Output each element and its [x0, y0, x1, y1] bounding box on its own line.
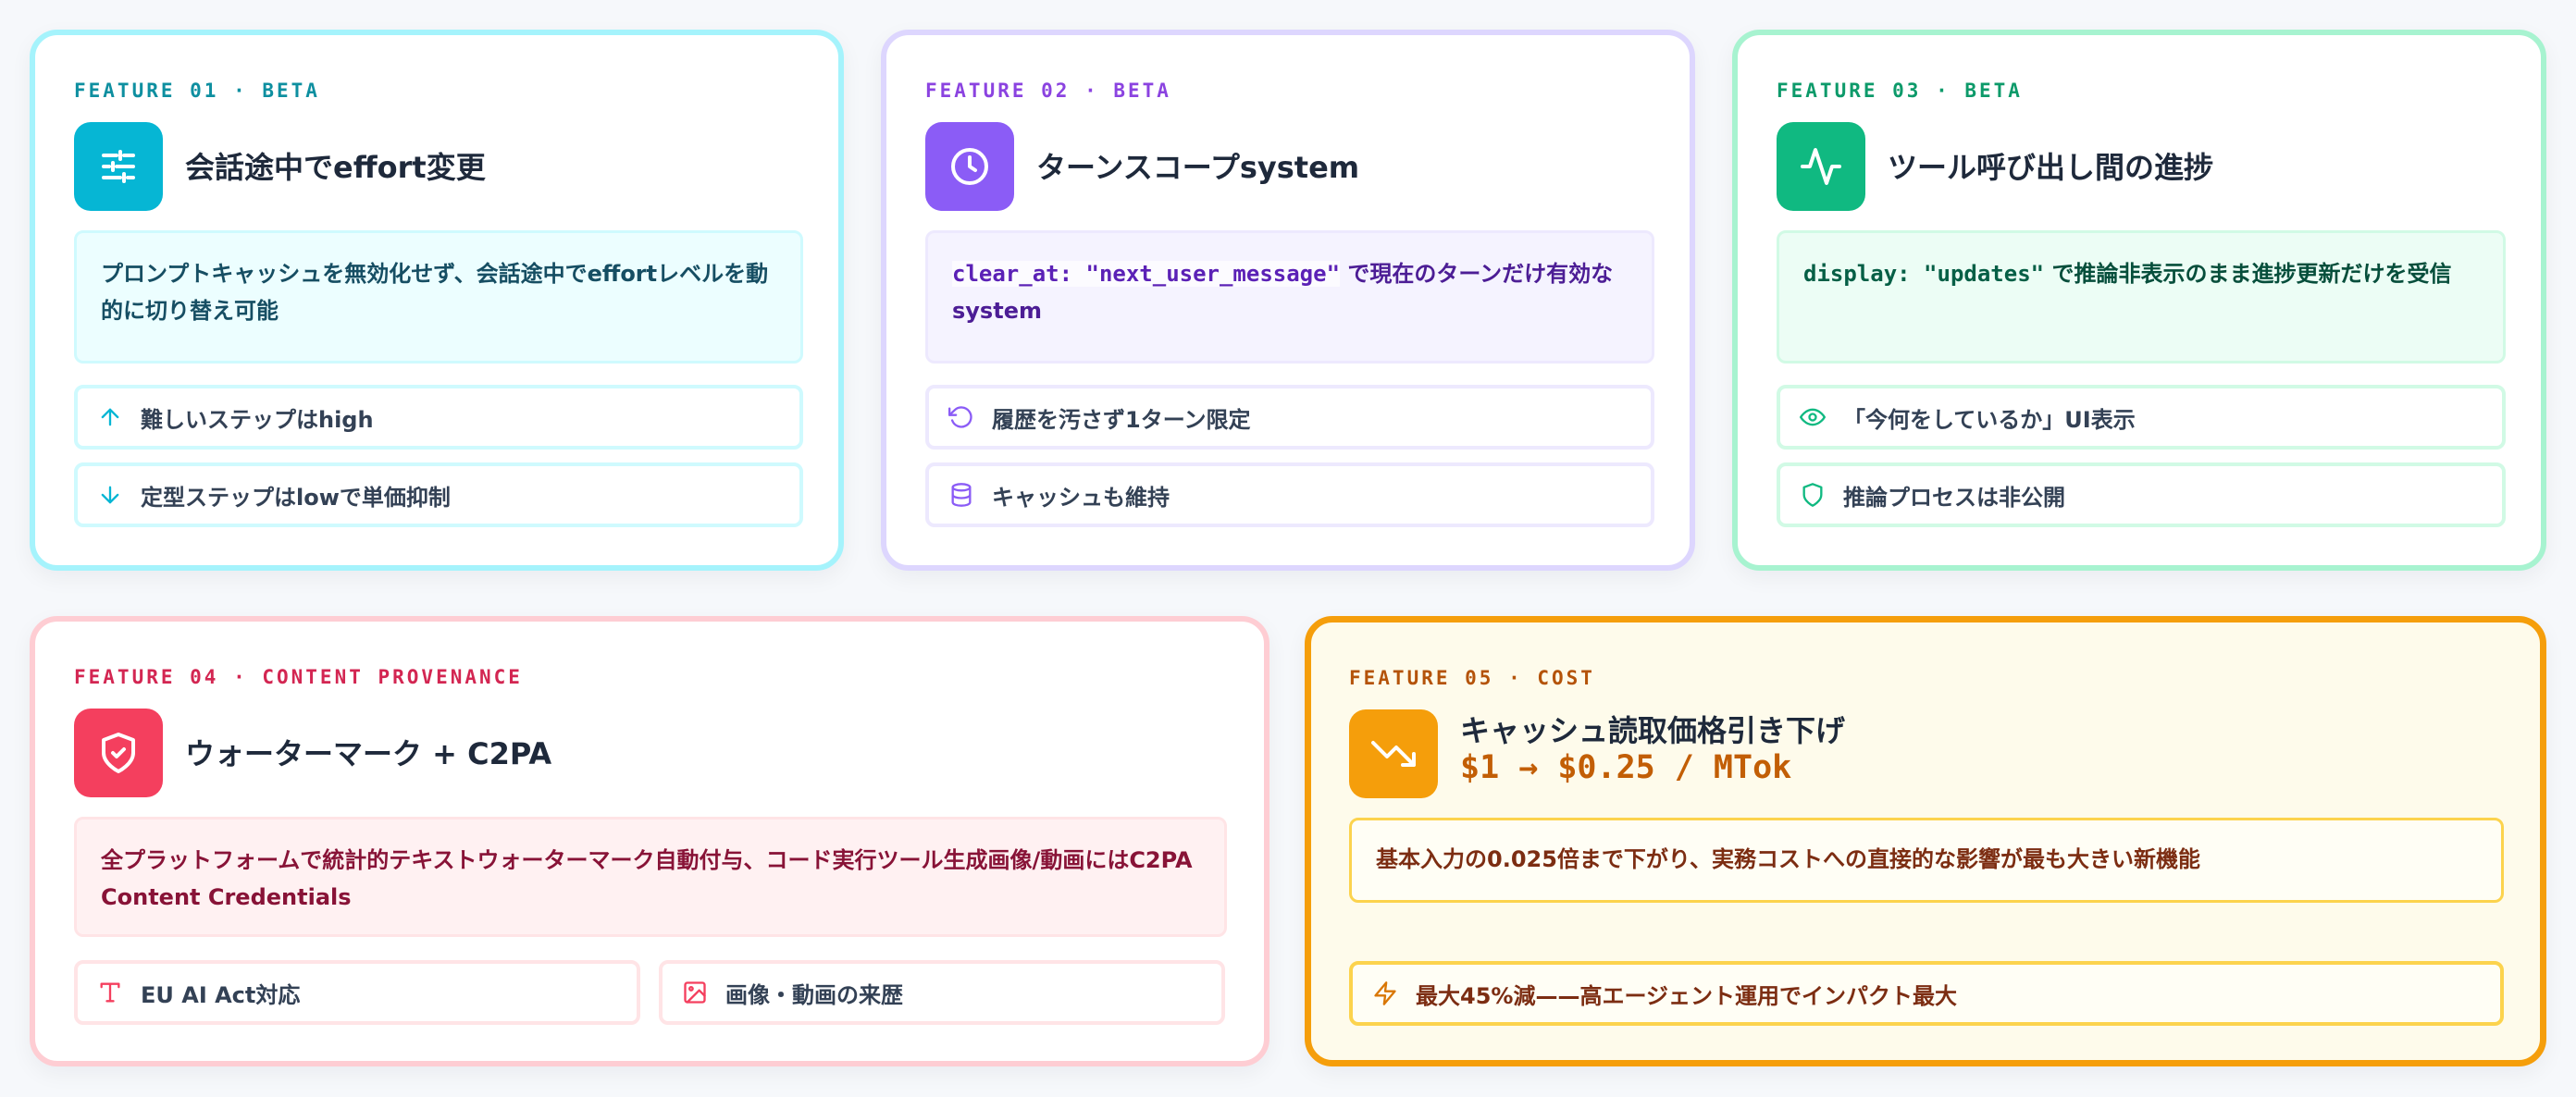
- arrow-up-icon: [96, 403, 124, 431]
- feature-title: ターンスコープsystem: [1036, 150, 1360, 185]
- feature-pill: 推論プロセスは非公開: [1777, 462, 2506, 527]
- feature-eyebrow: FEATURE 01 · BETA: [74, 80, 320, 102]
- database-icon: [947, 481, 975, 509]
- feature-pill: キャッシュも維持: [925, 462, 1654, 527]
- feature-eyebrow: FEATURE 04 · CONTENT PROVENANCE: [74, 666, 523, 688]
- pill-label: 「今何をしているか」UI表示: [1843, 406, 2136, 433]
- arrow-down-icon: [96, 481, 124, 509]
- pill-label: 最大45%減——高エージェント運用でインパクト最大: [1416, 982, 1957, 1009]
- feature-description: display: "updates" で推論非表示のまま進捗更新だけを受信: [1777, 230, 2506, 364]
- pill-label: 難しいステップはhigh: [141, 406, 374, 433]
- shield-icon: [1799, 481, 1827, 509]
- feature-pill: 最大45%減——高エージェント運用でインパクト最大: [1349, 961, 2504, 1026]
- feature-title: ツール呼び出し間の進捗: [1888, 150, 2214, 185]
- feature-card-turn-scope: FEATURE 02 · BETA ターンスコープsystem clear_at…: [881, 30, 1695, 571]
- price-change: $1 → $0.25 / MTok: [1460, 749, 1792, 786]
- eye-icon: [1799, 403, 1827, 431]
- rotate-ccw-icon: [947, 403, 975, 431]
- code-snippet: display: "updates": [1803, 261, 2045, 287]
- feature-pill: 履歴を汚さず1ターン限定: [925, 385, 1654, 450]
- feature-pill: 画像・動画の来歴: [659, 960, 1225, 1025]
- feature-card-cost: FEATURE 05 · COST キャッシュ読取価格引き下げ $1 → $0.…: [1305, 616, 2546, 1066]
- pill-label: キャッシュも維持: [992, 484, 1170, 511]
- pill-label: EU AI Act対応: [141, 981, 301, 1008]
- zap-icon: [1371, 980, 1399, 1007]
- pill-label: 履歴を汚さず1ターン限定: [992, 406, 1251, 433]
- feature-eyebrow: FEATURE 03 · BETA: [1777, 80, 2023, 102]
- feature-card-effort: FEATURE 01 · BETA 会話途中でeffort変更 プロンプトキャッ…: [30, 30, 844, 571]
- image-icon: [681, 979, 709, 1006]
- feature-card-progress: FEATURE 03 · BETA ツール呼び出し間の進捗 display: "…: [1732, 30, 2546, 571]
- description-text: で推論非表示のまま進捗更新だけを受信: [2044, 261, 2452, 287]
- feature-pill: 「今何をしているか」UI表示: [1777, 385, 2506, 450]
- clock-icon: [925, 122, 1014, 211]
- pill-label: 画像・動画の来歴: [725, 981, 903, 1008]
- code-snippet: clear_at: "next_user_message": [952, 261, 1341, 287]
- feature-description: clear_at: "next_user_message" で現在のターンだけ有…: [925, 230, 1654, 364]
- sliders-icon: [74, 122, 163, 211]
- activity-icon: [1777, 122, 1865, 211]
- type-icon: [96, 979, 124, 1006]
- feature-pill: 定型ステップはlowで単価抑制: [74, 462, 803, 527]
- feature-pill: EU AI Act対応: [74, 960, 640, 1025]
- feature-card-provenance: FEATURE 04 · CONTENT PROVENANCE ウォーターマーク…: [30, 616, 1269, 1066]
- feature-title: 会話途中でeffort変更: [185, 150, 486, 185]
- pill-label: 定型ステップはlowで単価抑制: [141, 484, 451, 511]
- feature-eyebrow: FEATURE 02 · BETA: [925, 80, 1171, 102]
- feature-title: キャッシュ読取価格引き下げ: [1460, 713, 1846, 748]
- feature-description: 全プラットフォームで統計的テキストウォーターマーク自動付与、コード実行ツール生成…: [74, 817, 1227, 937]
- pill-label: 推論プロセスは非公開: [1843, 484, 2065, 511]
- feature-description: プロンプトキャッシュを無効化せず、会話途中でeffortレベルを動的に切り替え可…: [74, 230, 803, 364]
- feature-title: ウォーターマーク + C2PA: [185, 736, 552, 771]
- feature-pill: 難しいステップはhigh: [74, 385, 803, 450]
- feature-eyebrow: FEATURE 05 · COST: [1349, 667, 1595, 689]
- shield-check-icon: [74, 709, 163, 797]
- feature-description: 基本入力の0.025倍まで下がり、実務コストへの直接的な影響が最も大きい新機能: [1349, 818, 2504, 903]
- trending-down-icon: [1349, 709, 1438, 798]
